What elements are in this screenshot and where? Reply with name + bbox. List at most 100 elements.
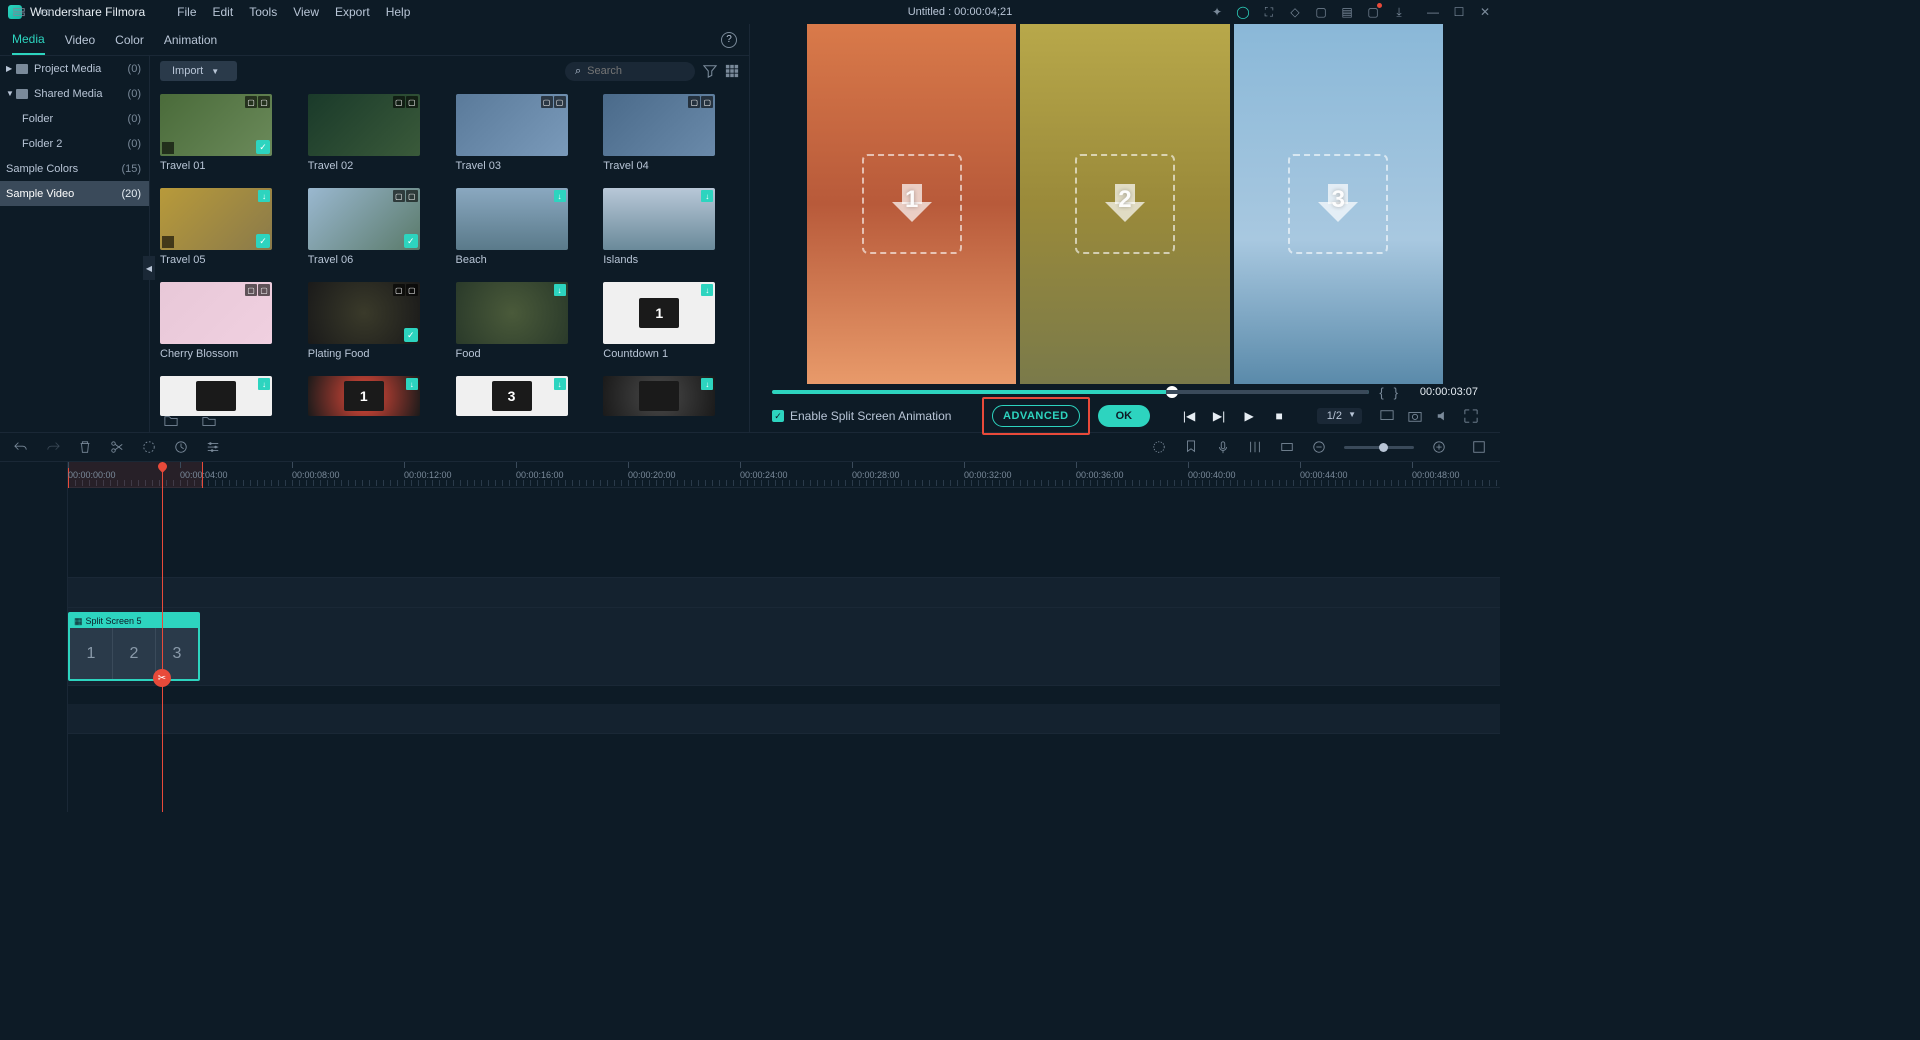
voiceover-icon[interactable] [1216, 440, 1230, 454]
menu-view[interactable]: View [293, 5, 319, 19]
sidebar-item[interactable]: Folder(0) [0, 106, 149, 131]
play-icon[interactable]: ▶ [1242, 409, 1256, 423]
prev-frame-icon[interactable]: |◀ [1182, 409, 1196, 423]
tab-video[interactable]: Video [65, 26, 95, 54]
media-item[interactable]: 3↓ [456, 376, 592, 416]
media-item[interactable]: ▢▢Travel 04 [603, 94, 739, 172]
menu-file[interactable]: File [177, 5, 196, 19]
gift-icon[interactable]: ⛶ [1262, 5, 1276, 19]
media-item[interactable]: ↓ [160, 376, 296, 416]
tab-color[interactable]: Color [115, 26, 144, 54]
scrub-track[interactable] [772, 390, 1369, 394]
media-item[interactable]: ↓✓Travel 05 [160, 188, 296, 266]
split-icon[interactable] [110, 440, 124, 454]
ok-button[interactable]: OK [1098, 405, 1151, 427]
menu-export[interactable]: Export [335, 5, 370, 19]
user-icon[interactable]: ◇ [1288, 5, 1302, 19]
media-item[interactable]: 1↓Countdown 1 [603, 282, 739, 360]
media-item[interactable]: ▢▢✓Plating Food [308, 282, 444, 360]
media-item[interactable]: ▢▢Travel 02 [308, 94, 444, 172]
zoom-select[interactable]: 1/2▼ [1317, 408, 1362, 424]
headphones-icon[interactable]: ◯ [1236, 5, 1250, 19]
search-input[interactable] [587, 65, 677, 77]
timeline-ruler[interactable]: 00:00:00:0000:00:04:0000:00:08:0000:00:1… [68, 462, 1500, 488]
split-pane-1[interactable]: 1 [807, 24, 1016, 384]
preview-scrubber[interactable]: { } 00:00:03:07 [758, 384, 1492, 400]
render-icon[interactable] [1152, 440, 1166, 454]
lightbulb-icon[interactable]: ✦ [1210, 5, 1224, 19]
timeline-clip[interactable]: ▦Split Screen 5 1 2 3 [68, 612, 200, 681]
import-button[interactable]: Import ▼ [160, 61, 237, 81]
media-item[interactable]: ↓Islands [603, 188, 739, 266]
menu-edit[interactable]: Edit [213, 5, 234, 19]
search-box[interactable]: ⌕ [565, 62, 695, 81]
stop-icon[interactable]: ■ [1272, 409, 1286, 423]
track-video-2[interactable]: ▣ 2🔓👁 [68, 578, 1500, 608]
minimize-icon[interactable]: — [1426, 5, 1440, 19]
cloud-icon[interactable]: ▤ [1340, 5, 1354, 19]
undo-icon[interactable] [14, 440, 28, 454]
zoom-out-icon[interactable] [1312, 440, 1326, 454]
audio-mixer-icon[interactable] [1248, 440, 1262, 454]
zoom-fit-icon[interactable] [1472, 440, 1486, 454]
enable-animation-checkbox[interactable]: ✓ [772, 410, 784, 422]
scissors-icon[interactable]: ✂ [153, 669, 171, 687]
volume-icon[interactable] [1436, 409, 1450, 423]
media-item[interactable]: ▢▢Cherry Blossom [160, 282, 296, 360]
media-item[interactable]: ▢▢✓Travel 06 [308, 188, 444, 266]
speed-icon[interactable] [174, 440, 188, 454]
advanced-button[interactable]: ADVANCED [992, 405, 1080, 427]
media-item[interactable]: ↓Food [456, 282, 592, 360]
media-item[interactable]: ▢▢Travel 03 [456, 94, 592, 172]
mark-in-icon[interactable]: { [1379, 385, 1383, 400]
scrub-handle[interactable] [1166, 386, 1178, 398]
save-icon[interactable]: ▢ [1314, 5, 1328, 19]
notification-icon[interactable]: ▢ [1366, 5, 1380, 19]
media-item[interactable]: ▢▢✓Travel 01 [160, 94, 296, 172]
track-video-1[interactable]: ▣ 1🔓👁 ▦Split Screen 5 1 2 3 ✂ [68, 608, 1500, 686]
crop-icon[interactable] [142, 440, 156, 454]
filter-icon[interactable] [703, 64, 717, 78]
redo-icon[interactable] [46, 440, 60, 454]
grid-view-icon[interactable] [725, 64, 739, 78]
delete-icon[interactable] [78, 440, 92, 454]
menu-help[interactable]: Help [386, 5, 411, 19]
sidebar-item[interactable]: Folder 2(0) [0, 131, 149, 156]
tab-media[interactable]: Media [12, 25, 45, 55]
split-pane-3[interactable]: 3 [1234, 24, 1443, 384]
playhead[interactable] [162, 462, 163, 812]
maximize-icon[interactable]: ☐ [1452, 5, 1466, 19]
adjust-icon[interactable] [206, 440, 220, 454]
snapshot-icon[interactable] [1408, 409, 1422, 423]
download-icon[interactable]: ⤓ [1392, 5, 1406, 19]
sidebar-item[interactable]: ▼Shared Media(0) [0, 81, 149, 106]
link-icon[interactable] [38, 6, 52, 20]
track-audio-1[interactable]: ♪ 1🔓🔊 [68, 704, 1500, 734]
media-item[interactable]: ↓Beach [456, 188, 592, 266]
folder-open-icon[interactable] [202, 414, 216, 428]
sidebar-item[interactable]: ▶Project Media(0) [0, 56, 149, 81]
split-screen-preview[interactable]: 1 2 3 [807, 24, 1443, 384]
media-item[interactable]: ↓ [603, 376, 739, 416]
marker-icon[interactable] [1184, 440, 1198, 454]
fullscreen-icon[interactable] [1464, 409, 1478, 423]
media-item[interactable]: 1↓ [308, 376, 444, 416]
sidebar-item[interactable]: Sample Colors(15) [0, 156, 149, 181]
timeline-zoom-slider[interactable] [1344, 446, 1414, 449]
split-pane-2[interactable]: 2 [1020, 24, 1229, 384]
keyframe-icon[interactable] [1280, 440, 1294, 454]
tab-animation[interactable]: Animation [164, 26, 217, 54]
import-label: Import [172, 65, 203, 77]
menu-tools[interactable]: Tools [249, 5, 277, 19]
sidebar-item[interactable]: Sample Video(20) [0, 181, 149, 206]
screen-icon[interactable] [1380, 409, 1394, 423]
close-icon[interactable]: ✕ [1478, 5, 1492, 19]
folder-icon[interactable] [164, 414, 178, 428]
zoom-in-icon[interactable] [1432, 440, 1446, 454]
track-manage-icon[interactable] [12, 6, 26, 20]
mark-out-icon[interactable]: } [1394, 385, 1398, 400]
next-frame-icon[interactable]: ▶| [1212, 409, 1226, 423]
track-empty[interactable] [68, 488, 1500, 578]
help-icon[interactable]: ? [721, 32, 737, 48]
sidebar-item-count: (0) [128, 113, 141, 125]
